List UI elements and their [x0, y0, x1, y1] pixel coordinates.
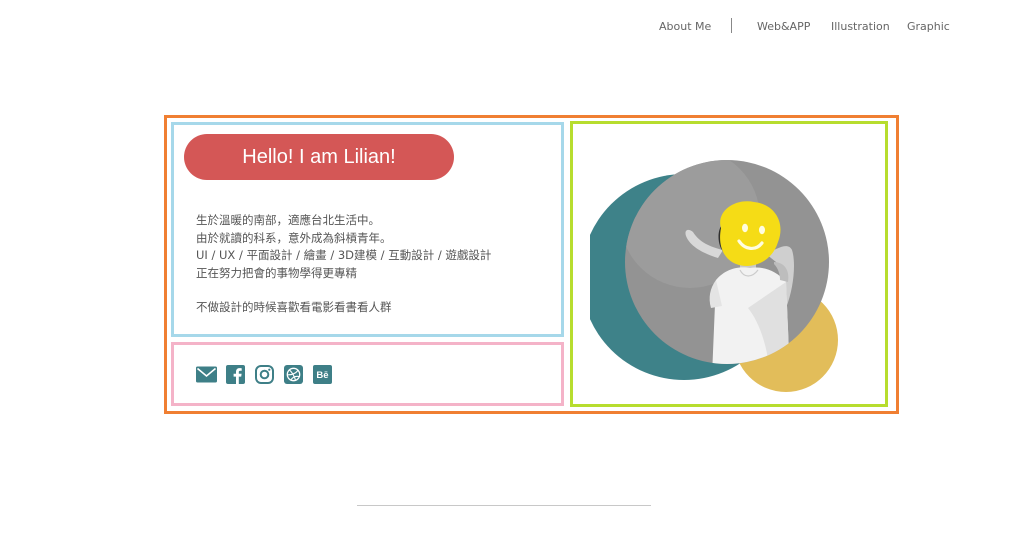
nav-about-me[interactable]: About Me — [659, 19, 711, 35]
dribbble-icon[interactable] — [284, 365, 303, 384]
bio-line: 正在努力把會的事物學得更專精 — [196, 265, 357, 280]
mail-icon[interactable] — [196, 365, 217, 384]
bio-line: 生於溫暖的南部，適應台北生活中。 — [196, 213, 380, 227]
facebook-icon[interactable] — [226, 365, 245, 384]
nav-graphic[interactable]: Graphic — [907, 19, 950, 35]
top-nav: About Me Web&APP Illustration Graphic — [0, 18, 1024, 35]
bio-line: UI / UX / 平面設計 / 繪畫 / 3D建模 / 互動設計 / 遊戲設計 — [196, 248, 492, 262]
bio-line: 由於就讀的科系，意外成為斜槓青年。 — [196, 230, 392, 245]
nav-web-app[interactable]: Web&APP — [757, 19, 810, 35]
bio-text: 生於溫暖的南部，適應台北生活中。 由於就讀的科系，意外成為斜槓青年。 UI / … — [196, 212, 556, 317]
nav-divider — [731, 18, 732, 33]
footer-divider — [357, 505, 651, 506]
profile-illustration — [581, 158, 850, 398]
bio-spacer — [196, 282, 556, 299]
nav-illustration[interactable]: Illustration — [831, 19, 890, 35]
svg-text:Bē: Bē — [316, 370, 328, 381]
bio-line: 不做設計的時候喜歡看電影看書看人群 — [196, 300, 392, 314]
behance-icon[interactable]: Bē — [313, 365, 332, 384]
greeting-banner: Hello! I am Lilian! — [184, 134, 454, 180]
instagram-icon[interactable] — [255, 365, 274, 384]
